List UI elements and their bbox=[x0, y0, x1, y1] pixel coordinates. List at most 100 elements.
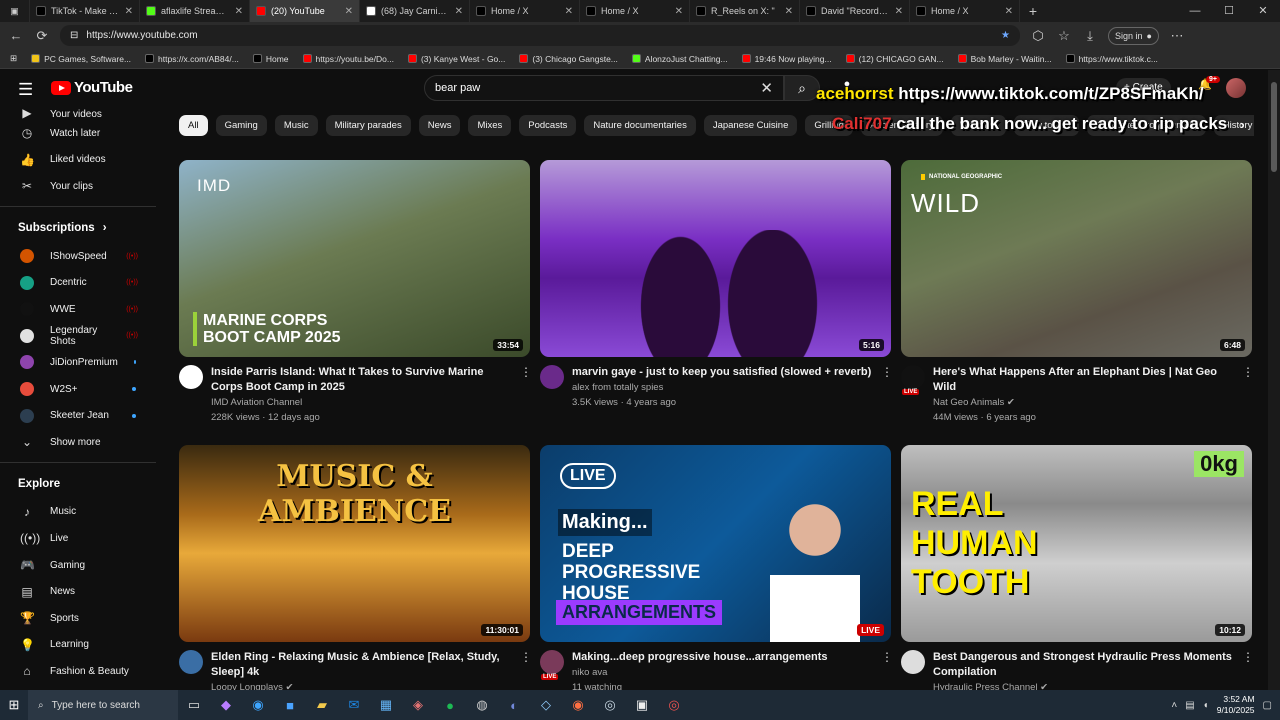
channel-name[interactable]: IMD Aviation Channel bbox=[211, 395, 512, 410]
channel-avatar[interactable] bbox=[179, 650, 203, 674]
browser-tab[interactable]: Home / X ✕ bbox=[580, 0, 690, 22]
file-explorer-icon[interactable]: ▰ bbox=[306, 697, 338, 713]
filter-chip[interactable]: Japanese Cuisine bbox=[703, 115, 798, 136]
video-thumbnail[interactable]: IMD MARINE CORPS BOOT CAMP 2025 33:54 bbox=[179, 160, 530, 357]
channel-avatar[interactable] bbox=[901, 650, 925, 674]
more-options-icon[interactable]: ⋮ bbox=[881, 650, 893, 690]
filter-chip[interactable]: Gaming bbox=[215, 115, 267, 136]
spotify-icon[interactable]: ● bbox=[434, 698, 466, 713]
scrollbar-thumb[interactable] bbox=[1271, 82, 1277, 172]
browser-tab[interactable]: R_Reels on X: " ✕ bbox=[690, 0, 800, 22]
maximize-button[interactable]: ☐ bbox=[1212, 0, 1246, 22]
tab-close-icon[interactable]: ✕ bbox=[565, 6, 573, 17]
video-card[interactable]: MUSIC & AMBIENCE 11:30:01 Elden Ring - Rel… bbox=[179, 445, 532, 690]
app-icon[interactable]: ◈ bbox=[402, 697, 434, 713]
sidebar-item[interactable]: ♪ Music bbox=[0, 499, 156, 526]
filter-chip[interactable]: All bbox=[179, 115, 208, 136]
filter-chip[interactable]: Music bbox=[274, 115, 318, 136]
sidebar-item[interactable]: 👍 Liked videos bbox=[0, 147, 156, 174]
video-thumbnail[interactable]: NATIONAL GEOGRAPHIC WILD 6:48 bbox=[901, 160, 1252, 357]
filter-chip[interactable]: Podcasts bbox=[519, 115, 577, 136]
windows-start-icon[interactable]: ⊞ bbox=[0, 697, 28, 713]
more-options-icon[interactable]: ⋮ bbox=[881, 365, 893, 410]
bookmark-item[interactable]: (3) Chicago Gangste... bbox=[519, 54, 618, 64]
sidebar-item[interactable]: 🎮 Gaming bbox=[0, 552, 156, 579]
video-title[interactable]: Elden Ring - Relaxing Music & Ambience [… bbox=[211, 650, 512, 680]
sign-in-button[interactable]: Sign in ● bbox=[1108, 26, 1159, 45]
reload-button[interactable]: ⟳ bbox=[34, 28, 50, 44]
video-title[interactable]: Here's What Happens After an Elephant Di… bbox=[933, 365, 1234, 395]
bookmark-item[interactable]: https://x.com/AB84/... bbox=[145, 54, 239, 64]
show-more-button[interactable]: ⌄ Show more bbox=[0, 429, 156, 456]
bookmark-item[interactable]: AlonzoJust Chatting... bbox=[631, 54, 728, 64]
video-title[interactable]: marvin gaye - just to keep you satisfied… bbox=[572, 365, 873, 380]
tab-close-icon[interactable]: ✕ bbox=[235, 6, 243, 17]
tab-close-icon[interactable]: ✕ bbox=[345, 6, 353, 17]
sidebar-item[interactable]: IShowSpeed ((•)) bbox=[0, 243, 156, 270]
sidebar-item[interactable]: ▶ Your videos bbox=[0, 108, 156, 120]
notification-center-icon[interactable]: ▢ bbox=[1263, 700, 1272, 711]
tab-close-icon[interactable]: ✕ bbox=[785, 6, 793, 17]
bookmark-item[interactable]: (3) Kanye West - Go... bbox=[407, 54, 505, 64]
sidebar-item[interactable]: ((•)) Live bbox=[0, 525, 156, 552]
sidebar-item[interactable]: 🏆 Sports bbox=[0, 605, 156, 632]
bookmark-item[interactable]: https://www.tiktok.c... bbox=[1065, 54, 1158, 64]
channel-avatar[interactable]: LIVE bbox=[540, 650, 564, 680]
bookmark-item[interactable]: 19:46 Now playing... bbox=[741, 54, 832, 64]
browser-tab[interactable]: (20) YouTube ✕ bbox=[250, 0, 360, 22]
more-options-icon[interactable]: ⋮ bbox=[520, 650, 532, 690]
filter-chip[interactable]: Military parades bbox=[325, 115, 411, 136]
sidebar-item[interactable]: WWE ((•)) bbox=[0, 296, 156, 323]
video-thumbnail[interactable]: LIVE Making... DEEP PROGRESSIVE HOUSE ARRAN… bbox=[540, 445, 891, 642]
filter-chip[interactable]: Nature documentaries bbox=[584, 115, 696, 136]
channel-avatar[interactable] bbox=[179, 365, 203, 389]
youtube-logo[interactable]: YouTube bbox=[51, 79, 133, 96]
page-scrollbar[interactable] bbox=[1268, 70, 1280, 690]
close-window-button[interactable]: ✕ bbox=[1246, 0, 1280, 22]
tab-close-icon[interactable]: ✕ bbox=[895, 6, 903, 17]
task-view-icon[interactable]: ▭ bbox=[178, 697, 210, 713]
more-options-icon[interactable]: ⋮ bbox=[520, 365, 532, 425]
sidebar-item[interactable]: W2S+ bbox=[0, 376, 156, 403]
sidebar-item[interactable]: ⌂ Fashion & Beauty bbox=[0, 658, 156, 685]
tab-close-icon[interactable]: ✕ bbox=[1005, 6, 1013, 17]
sidebar-item[interactable]: ◷ Watch later bbox=[0, 120, 156, 147]
video-title[interactable]: Inside Parris Island: What It Takes to S… bbox=[211, 365, 512, 395]
video-card[interactable]: IMD MARINE CORPS BOOT CAMP 2025 33:54 Insid… bbox=[179, 160, 532, 425]
search-button[interactable]: ⌕ bbox=[784, 75, 820, 101]
tab-close-icon[interactable]: ✕ bbox=[125, 6, 133, 17]
copilot-icon[interactable]: ◆ bbox=[210, 697, 242, 713]
sidebar-item[interactable]: Dcentric ((•)) bbox=[0, 269, 156, 296]
video-thumbnail[interactable]: MUSIC & AMBIENCE 11:30:01 bbox=[179, 445, 530, 642]
video-card[interactable]: NATIONAL GEOGRAPHIC WILD 6:48 LIVE Here's Wh… bbox=[901, 160, 1254, 425]
more-options-icon[interactable]: ⋮ bbox=[1242, 650, 1254, 690]
sidebar-item[interactable]: Legendary Shots ((•)) bbox=[0, 323, 156, 350]
video-card[interactable]: 5:16 marvin gaye - just to keep you satis… bbox=[540, 160, 893, 410]
sidebar-item[interactable]: Skeeter Jean bbox=[0, 402, 156, 429]
channel-name[interactable]: niko ava bbox=[572, 665, 873, 680]
site-info-icon[interactable]: ⊟ bbox=[70, 30, 78, 41]
store-icon[interactable]: ■ bbox=[274, 698, 306, 713]
channel-avatar[interactable] bbox=[540, 365, 564, 389]
filter-chip[interactable]: News bbox=[418, 115, 461, 136]
browser-tab[interactable]: Home / X ✕ bbox=[470, 0, 580, 22]
sidebar-item[interactable]: ✂ Your clips bbox=[0, 173, 156, 200]
video-thumbnail[interactable]: 5:16 bbox=[540, 160, 891, 357]
channel-name[interactable]: alex from totally spies bbox=[572, 380, 873, 395]
bookmark-item[interactable]: PC Games, Software... bbox=[31, 54, 131, 64]
volume-icon[interactable]: ◖ bbox=[1203, 700, 1209, 711]
discord-icon[interactable]: ◐ bbox=[498, 698, 530, 713]
menu-hamburger-icon[interactable]: ☰ bbox=[18, 80, 33, 100]
filter-chip[interactable]: Mixes bbox=[468, 115, 512, 136]
tab-close-icon[interactable]: ✕ bbox=[675, 6, 683, 17]
browser-tab[interactable]: David "Record Brea ✕ bbox=[800, 0, 910, 22]
url-field[interactable]: ⊟ https://www.youtube.com ★ bbox=[60, 25, 1020, 46]
tab-close-icon[interactable]: ✕ bbox=[455, 6, 463, 17]
app-icon[interactable]: ◇ bbox=[530, 697, 562, 713]
favorites-icon[interactable]: ☆ bbox=[1056, 28, 1072, 44]
sidebar-item[interactable]: JiDionPremium bbox=[0, 349, 156, 376]
downloads-icon[interactable]: ⤓ bbox=[1082, 28, 1098, 44]
browser-tab[interactable]: TikTok - Make Your ✕ bbox=[30, 0, 140, 22]
epic-games-icon[interactable]: ▣ bbox=[626, 697, 658, 713]
bookmark-item[interactable]: Home bbox=[252, 54, 289, 64]
